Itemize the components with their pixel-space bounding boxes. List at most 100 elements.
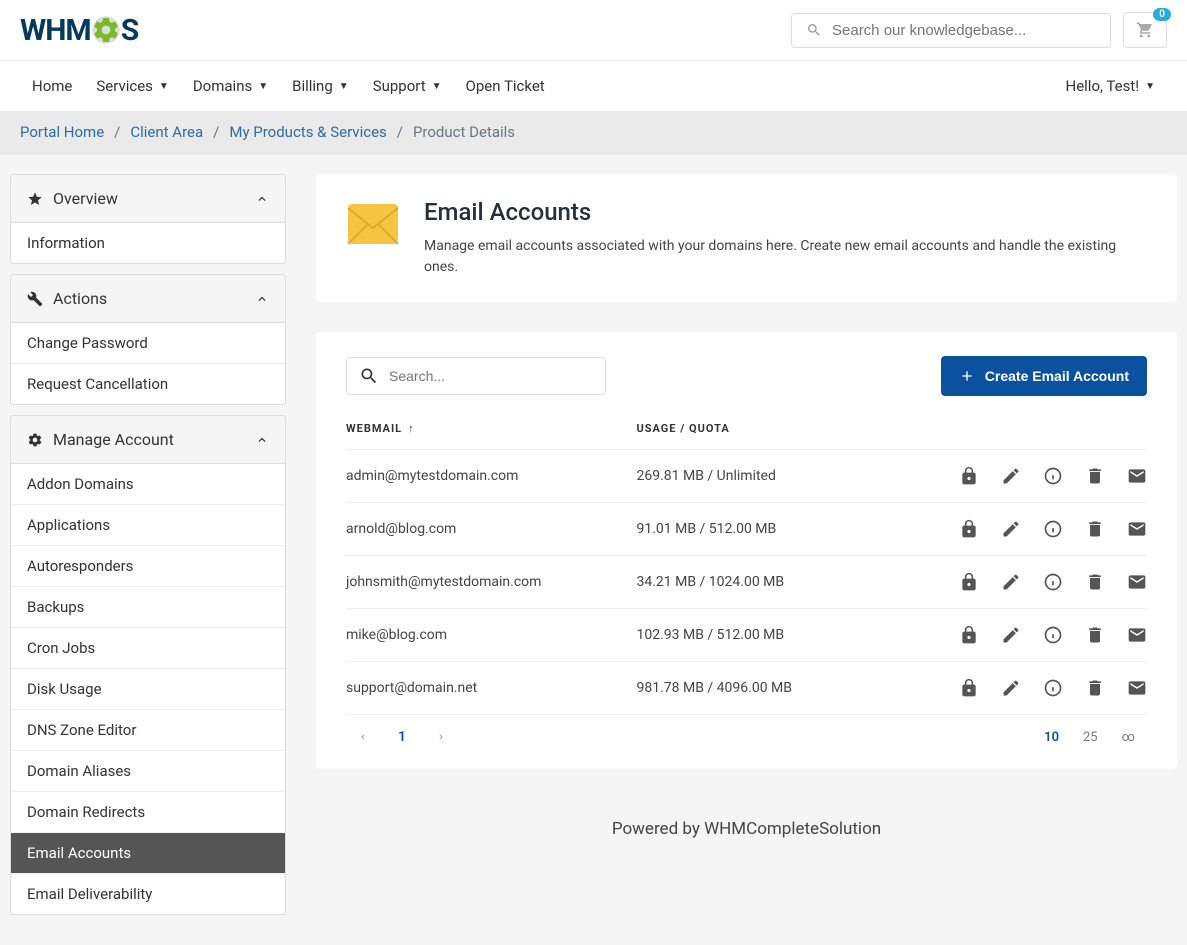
cell-usage: 981.78 MB / 4096.00 MB [636,662,867,715]
nav-services[interactable]: Services▼ [84,61,180,111]
table-row: support@domain.net981.78 MB / 4096.00 MB [346,662,1147,715]
edit-icon[interactable] [1001,625,1021,645]
table-row: mike@blog.com102.93 MB / 512.00 MB [346,609,1147,662]
chevron-down-icon: ▼ [159,81,169,92]
delete-icon[interactable] [1085,466,1105,486]
nav-home[interactable]: Home [20,61,84,111]
page-size-25[interactable]: 25 [1083,730,1098,745]
next-page-button[interactable] [436,730,446,744]
table-search[interactable] [346,357,606,395]
page-size-10[interactable]: 10 [1044,730,1059,745]
table-row: johnsmith@mytestdomain.com34.21 MB / 102… [346,556,1147,609]
info-icon[interactable] [1043,678,1063,698]
sidebar-item-autoresponders[interactable]: Autoresponders [11,546,285,587]
sidebar-item-email-deliverability[interactable]: Email Deliverability [11,874,285,914]
sidebar-item-request-cancellation[interactable]: Request Cancellation [11,364,285,404]
breadcrumb-client-area[interactable]: Client Area [130,123,203,141]
chevron-down-icon: ▼ [258,81,268,92]
table-search-input[interactable] [389,368,593,384]
info-icon[interactable] [1043,572,1063,592]
lock-icon[interactable] [959,625,979,645]
chevron-up-icon [255,292,269,306]
column-webmail[interactable]: WEBMAIL↑ [346,408,636,450]
cell-usage: 102.93 MB / 512.00 MB [636,609,867,662]
mail-icon[interactable] [1127,625,1147,645]
nav-support[interactable]: Support▼ [361,61,454,111]
lock-icon[interactable] [959,519,979,539]
cell-email: admin@mytestdomain.com [346,450,636,503]
cell-email: mike@blog.com [346,609,636,662]
gear-icon [91,15,121,45]
delete-icon[interactable] [1085,519,1105,539]
wrench-icon [27,291,43,307]
mail-icon[interactable] [1127,519,1147,539]
breadcrumb-portal-home[interactable]: Portal Home [20,123,104,141]
breadcrumb-current: Product Details [413,123,515,141]
search-input[interactable] [832,22,1096,39]
page-number[interactable]: 1 [398,729,406,745]
sidebar-item-domain-aliases[interactable]: Domain Aliases [11,751,285,792]
cell-usage: 91.01 MB / 512.00 MB [636,503,867,556]
cell-usage: 34.21 MB / 1024.00 MB [636,556,867,609]
prev-page-button[interactable] [358,730,368,744]
nav-open-ticket[interactable]: Open Ticket [454,61,557,111]
breadcrumb-products[interactable]: My Products & Services [229,123,386,141]
sort-asc-icon: ↑ [408,422,415,435]
panel-actions-header[interactable]: Actions [11,275,285,323]
page-size-∞[interactable]: ∞ [1122,730,1135,745]
page-title: Email Accounts [424,198,1147,226]
gear-icon [27,432,43,448]
cart-icon [1136,21,1154,39]
sidebar-item-disk-usage[interactable]: Disk Usage [11,669,285,710]
lock-icon[interactable] [959,466,979,486]
cell-email: johnsmith@mytestdomain.com [346,556,636,609]
chevron-up-icon [255,192,269,206]
sidebar-item-addon-domains[interactable]: Addon Domains [11,464,285,505]
sidebar-item-domain-redirects[interactable]: Domain Redirects [11,792,285,833]
chevron-down-icon: ▼ [1145,81,1155,92]
chevron-down-icon: ▼ [432,81,442,92]
sidebar-item-information[interactable]: Information [11,223,285,263]
edit-icon[interactable] [1001,466,1021,486]
sidebar-item-dns-zone-editor[interactable]: DNS Zone Editor [11,710,285,751]
cart-badge: 0 [1153,8,1171,21]
info-icon[interactable] [1043,625,1063,645]
star-icon [27,191,43,207]
mail-icon[interactable] [1127,572,1147,592]
sidebar-item-applications[interactable]: Applications [11,505,285,546]
sidebar-item-backups[interactable]: Backups [11,587,285,628]
lock-icon[interactable] [959,572,979,592]
mail-icon[interactable] [1127,678,1147,698]
mail-icon[interactable] [1127,466,1147,486]
cell-email: arnold@blog.com [346,503,636,556]
info-icon[interactable] [1043,466,1063,486]
edit-icon[interactable] [1001,678,1021,698]
nav-billing[interactable]: Billing▼ [280,61,361,111]
nav-user-menu[interactable]: Hello, Test!▼ [1054,61,1168,111]
logo[interactable]: WHM S [20,13,138,48]
nav-domains[interactable]: Domains▼ [181,61,280,111]
search-icon [806,22,822,38]
table-row: admin@mytestdomain.com269.81 MB / Unlimi… [346,450,1147,503]
sidebar-item-email-accounts[interactable]: Email Accounts [11,833,285,874]
info-icon[interactable] [1043,519,1063,539]
delete-icon[interactable] [1085,678,1105,698]
chevron-up-icon [255,433,269,447]
knowledgebase-search[interactable] [791,13,1111,48]
delete-icon[interactable] [1085,625,1105,645]
edit-icon[interactable] [1001,519,1021,539]
cell-email: support@domain.net [346,662,636,715]
column-usage[interactable]: USAGE / QUOTA [636,408,867,450]
sidebar-item-change-password[interactable]: Change Password [11,323,285,364]
sidebar-item-cron-jobs[interactable]: Cron Jobs [11,628,285,669]
delete-icon[interactable] [1085,572,1105,592]
footer-text: Powered by WHMCompleteSolution [316,799,1177,859]
cart-button[interactable]: 0 [1123,12,1167,48]
plus-icon [959,368,975,384]
panel-manage-header[interactable]: Manage Account [11,416,285,464]
panel-overview-header[interactable]: Overview [11,175,285,223]
create-email-account-button[interactable]: Create Email Account [941,356,1147,396]
breadcrumb: Portal Home / Client Area / My Products … [0,111,1187,154]
lock-icon[interactable] [959,678,979,698]
edit-icon[interactable] [1001,572,1021,592]
